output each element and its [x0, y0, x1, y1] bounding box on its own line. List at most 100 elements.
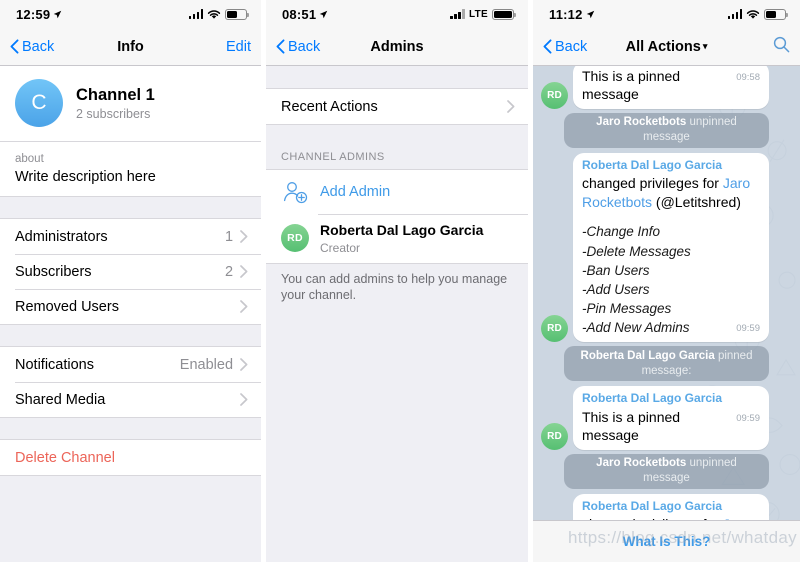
- info-scroll-body: C Channel 1 2 subscribers about Write de…: [0, 66, 262, 562]
- status-time: 08:51: [282, 6, 317, 22]
- avatar: RD: [281, 224, 309, 253]
- avatar-slot: RD: [541, 422, 568, 450]
- phone-screen-all-actions: 11:12 Back All Actions ▾ RD This is a pi…: [533, 0, 800, 562]
- nav-bar-actions: Back All Actions ▾: [533, 28, 800, 66]
- back-label: Back: [555, 38, 588, 55]
- row-notifications[interactable]: Notifications Enabled: [0, 347, 262, 383]
- avatar: RD: [541, 81, 568, 109]
- what-is-this-link[interactable]: What Is This?: [623, 534, 711, 549]
- row-label: Delete Channel: [15, 449, 115, 466]
- carrier-label: LTE: [468, 8, 489, 20]
- all-actions-filter-label: All Actions: [625, 38, 701, 55]
- row-subscribers[interactable]: Subscribers 2: [0, 254, 262, 290]
- row-label: Subscribers: [15, 263, 92, 280]
- status-time: 12:59: [16, 6, 51, 22]
- message-list: RD This is a pinned message 09:58 Jaro R…: [533, 66, 800, 562]
- row-label: Shared Media: [15, 391, 106, 408]
- status-time: 11:12: [549, 6, 583, 22]
- message-bubble[interactable]: Roberta Dal Lago Garcia This is a pinned…: [573, 386, 769, 450]
- location-arrow-icon: [586, 10, 594, 18]
- service-message: Roberta Dal Lago Garcia pinned message:: [541, 346, 792, 382]
- chevron-right-icon: [240, 265, 248, 278]
- add-admin-label: Add Admin: [320, 184, 391, 200]
- service-actor: Jaro Rocketbots: [596, 457, 687, 470]
- channel-avatar: C: [15, 79, 63, 127]
- admins-footnote: You can add admins to help you manage yo…: [281, 271, 508, 303]
- row-label: Recent Actions: [281, 98, 378, 115]
- row-label: Administrators: [15, 228, 108, 245]
- phone-screen-channel-info: 12:59 Back Info Edit C Channel 1 2 subsc…: [0, 0, 262, 562]
- avatar: RD: [541, 422, 568, 450]
- add-admin-button[interactable]: Add Admin: [266, 170, 529, 214]
- row-label: Removed Users: [15, 298, 119, 315]
- battery-icon: [492, 8, 517, 20]
- message-author: Roberta Dal Lago Garcia: [582, 498, 723, 513]
- message-item[interactable]: RD This is a pinned message 09:58: [541, 66, 792, 109]
- service-actor: Jaro Rocketbots: [596, 116, 687, 129]
- message-bubble[interactable]: This is a pinned message 09:58: [573, 66, 769, 109]
- about-value: Write description here: [15, 169, 156, 186]
- chevron-left-icon: [10, 39, 19, 54]
- recent-actions-group: Recent Actions: [266, 88, 529, 125]
- message-time: 09:58: [736, 72, 760, 83]
- message-text: This is a pinned message: [582, 68, 681, 103]
- chevron-left-icon: [543, 39, 552, 54]
- chevron-right-icon: [507, 100, 515, 113]
- service-message: Jaro Rocketbots unpinned message: [541, 112, 792, 148]
- service-actor: Roberta Dal Lago Garcia: [580, 349, 715, 362]
- row-value: Enabled: [179, 356, 234, 373]
- cellular-signal-icon: [450, 9, 465, 19]
- avatar-slot: RD: [541, 81, 568, 109]
- channel-subscriber-count: 2 subscribers: [76, 107, 151, 122]
- message-text-a: changed privileges for: [582, 175, 723, 192]
- message-bubble[interactable]: Roberta Dal Lago Garcia changed privileg…: [573, 152, 769, 343]
- row-removed-users[interactable]: Removed Users: [0, 289, 262, 325]
- back-button-info[interactable]: Back: [10, 39, 54, 55]
- message-item[interactable]: RD Roberta Dal Lago Garcia This is a pin…: [541, 386, 792, 450]
- add-person-icon: [283, 182, 308, 204]
- three-phone-screenshot-composite: 12:59 Back Info Edit C Channel 1 2 subsc…: [0, 0, 800, 562]
- row-administrators[interactable]: Administrators 1: [0, 219, 262, 255]
- search-button[interactable]: [773, 36, 790, 57]
- edit-button[interactable]: Edit: [226, 39, 251, 55]
- delete-channel-button[interactable]: Delete Channel: [0, 440, 262, 476]
- message-text: This is a pinned message: [582, 408, 681, 444]
- back-label: Back: [22, 38, 55, 55]
- channel-name: Channel 1: [76, 85, 155, 104]
- message-item[interactable]: RD Roberta Dal Lago Garcia changed privi…: [541, 152, 792, 343]
- back-button-admins[interactable]: Back: [276, 39, 320, 55]
- settings-group: Notifications Enabled Shared Media: [0, 346, 262, 419]
- channel-admins-group: Add Admin RD Roberta Dal Lago Garcia Cre…: [266, 169, 529, 264]
- wifi-icon: [207, 9, 221, 19]
- avatar-slot: RD: [541, 315, 568, 343]
- status-bar-actions: 11:12: [533, 0, 800, 28]
- row-label: Notifications: [15, 356, 94, 373]
- search-icon: [773, 36, 790, 53]
- row-shared-media[interactable]: Shared Media: [0, 382, 262, 418]
- cellular-signal-icon: [188, 9, 204, 19]
- chevron-right-icon: [240, 230, 248, 243]
- location-arrow-icon: [320, 10, 328, 18]
- members-group: Administrators 1 Subscribers 2 Removed U…: [0, 218, 262, 326]
- nav-bar-admins: Back Admins: [266, 28, 529, 66]
- about-section[interactable]: about Write description here: [0, 141, 262, 198]
- admins-scroll-body: Recent Actions CHANNEL ADMINS Add Admin: [266, 66, 529, 562]
- admin-list-item[interactable]: RD Roberta Dal Lago Garcia Creator: [266, 214, 529, 263]
- chat-footer-bar: What Is This?: [533, 520, 800, 562]
- phone-screen-admins: 08:51 LTE Back Admins Recent Actions CHA…: [266, 0, 529, 562]
- battery-icon: [764, 8, 788, 20]
- admin-role: Creator: [320, 240, 361, 255]
- nav-bar-info: Back Info Edit: [0, 28, 262, 66]
- row-recent-actions[interactable]: Recent Actions: [266, 89, 529, 124]
- status-bar-info: 12:59: [0, 0, 262, 28]
- back-button-actions[interactable]: Back: [543, 39, 587, 55]
- service-message: Jaro Rocketbots unpinned message: [541, 453, 792, 489]
- message-text: changed privileges for Jaro Rocketbots (…: [582, 174, 760, 211]
- message-time: 09:59: [736, 323, 760, 335]
- chat-log-body[interactable]: RD This is a pinned message 09:58 Jaro R…: [533, 66, 800, 562]
- chevron-right-icon: [240, 393, 248, 406]
- permission-item: -Pin Messages: [582, 300, 672, 316]
- cellular-signal-icon: [727, 9, 742, 19]
- chevron-right-icon: [240, 358, 248, 371]
- channel-header[interactable]: C Channel 1 2 subscribers: [0, 66, 262, 141]
